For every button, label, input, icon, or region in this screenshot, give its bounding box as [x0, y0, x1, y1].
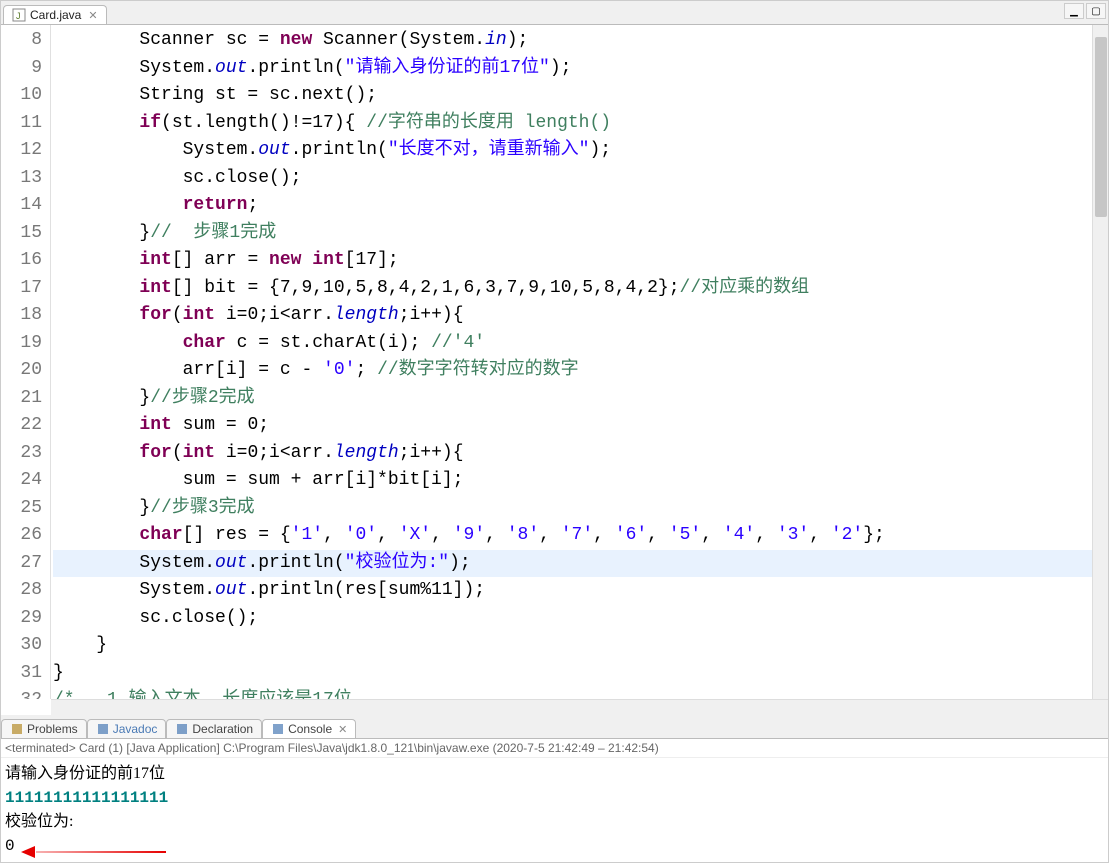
line-number: 8 [1, 27, 42, 55]
line-number: 17 [1, 275, 42, 303]
code-line[interactable]: }//步骤3完成 [53, 495, 1092, 523]
horizontal-scrollbar[interactable] [51, 699, 1108, 715]
code-line[interactable]: int sum = 0; [53, 412, 1092, 440]
code-line[interactable]: int[] bit = {7,9,10,5,8,4,2,1,6,3,7,9,10… [53, 275, 1092, 303]
console-status-line: <terminated> Card (1) [Java Application]… [1, 739, 1108, 758]
code-line[interactable]: arr[i] = c - '0'; //数字字符转对应的数字 [53, 357, 1092, 385]
code-line[interactable]: Scanner sc = new Scanner(System.in); [53, 27, 1092, 55]
editor-tab-card-java[interactable]: J Card.java ✕ [3, 5, 107, 24]
code-line[interactable]: /* 1 输入文本 长度应该是17位 [53, 687, 1092, 699]
problems-icon [10, 722, 24, 736]
code-line[interactable]: System.out.println("请输入身份证的前17位"); [53, 55, 1092, 83]
line-number: 28 [1, 577, 42, 605]
console-line: 0 [5, 834, 1104, 858]
line-number: 16 [1, 247, 42, 275]
code-line[interactable]: System.out.println("长度不对，请重新输入"); [53, 137, 1092, 165]
code-line[interactable]: System.out.println(res[sum%11]); [53, 577, 1092, 605]
line-number: 9 [1, 55, 42, 83]
code-line[interactable]: }//步骤2完成 [53, 385, 1092, 413]
console-user-input: 11111111111111111 [5, 786, 1104, 810]
code-editor[interactable]: 8910111213141516171819202122232425262728… [1, 25, 1108, 699]
line-number: 30 [1, 632, 42, 660]
declaration-icon [175, 722, 189, 736]
bottom-tab-label: Javadoc [113, 722, 158, 736]
bottom-tab-declaration[interactable]: Declaration [166, 719, 262, 738]
code-line[interactable]: if(st.length()!=17){ //字符串的长度用 length() [53, 110, 1092, 138]
console-line: 请输入身份证的前17位 [5, 762, 1104, 786]
bottom-tab-console[interactable]: Console ✕ [262, 719, 356, 738]
code-content[interactable]: Scanner sc = new Scanner(System.in); Sys… [51, 25, 1092, 699]
vertical-scrollbar[interactable] [1092, 25, 1108, 699]
code-line[interactable]: String st = sc.next(); [53, 82, 1092, 110]
bottom-tab-label: Console [288, 722, 332, 736]
annotation-arrow [21, 848, 166, 856]
code-line[interactable]: sum = sum + arr[i]*bit[i]; [53, 467, 1092, 495]
code-line[interactable]: for(int i=0;i<arr.length;i++){ [53, 302, 1092, 330]
javadoc-icon [96, 722, 110, 736]
line-number: 24 [1, 467, 42, 495]
code-line[interactable]: sc.close(); [53, 165, 1092, 193]
line-number: 31 [1, 660, 42, 688]
code-line[interactable]: } [53, 660, 1092, 688]
line-number: 22 [1, 412, 42, 440]
code-line[interactable]: System.out.println("校验位为:"); [53, 550, 1092, 578]
minimize-button[interactable]: ▁ [1064, 3, 1084, 19]
line-number: 15 [1, 220, 42, 248]
close-tab-icon[interactable]: ✕ [338, 723, 347, 736]
maximize-button[interactable]: ▢ [1086, 3, 1106, 19]
line-number: 14 [1, 192, 42, 220]
line-number: 12 [1, 137, 42, 165]
line-number: 19 [1, 330, 42, 358]
bottom-tab-problems[interactable]: Problems [1, 719, 87, 738]
svg-text:J: J [16, 11, 21, 21]
code-line[interactable]: return; [53, 192, 1092, 220]
editor-tab-label: Card.java [30, 8, 81, 22]
line-number: 13 [1, 165, 42, 193]
code-line[interactable]: } [53, 632, 1092, 660]
code-line[interactable]: }// 步骤1完成 [53, 220, 1092, 248]
line-number: 10 [1, 82, 42, 110]
line-number: 20 [1, 357, 42, 385]
console-line: 校验位为: [5, 810, 1104, 834]
line-number: 27 [1, 550, 42, 578]
editor-tab-bar: J Card.java ✕ ▁ ▢ [1, 1, 1108, 25]
line-number-gutter: 8910111213141516171819202122232425262728… [1, 25, 51, 699]
line-number: 25 [1, 495, 42, 523]
line-number: 29 [1, 605, 42, 633]
code-line[interactable]: char c = st.charAt(i); //'4' [53, 330, 1092, 358]
line-number: 23 [1, 440, 42, 468]
console-icon [271, 722, 285, 736]
code-line[interactable]: char[] res = {'1', '0', 'X', '9', '8', '… [53, 522, 1092, 550]
bottom-tab-label: Problems [27, 722, 78, 736]
close-tab-icon[interactable]: ✕ [88, 9, 97, 22]
line-number: 21 [1, 385, 42, 413]
code-line[interactable]: int[] arr = new int[17]; [53, 247, 1092, 275]
line-number: 32 [1, 687, 42, 699]
line-number: 26 [1, 522, 42, 550]
code-line[interactable]: for(int i=0;i<arr.length;i++){ [53, 440, 1092, 468]
bottom-tab-bar: Problems Javadoc Declaration Console ✕ [1, 715, 1108, 739]
line-number: 11 [1, 110, 42, 138]
java-file-icon: J [12, 8, 26, 22]
line-number: 18 [1, 302, 42, 330]
bottom-tab-javadoc[interactable]: Javadoc [87, 719, 167, 738]
code-line[interactable]: sc.close(); [53, 605, 1092, 633]
console-output[interactable]: 请输入身份证的前17位 11111111111111111 校验位为: 0 [1, 758, 1108, 862]
bottom-tab-label: Declaration [192, 722, 253, 736]
